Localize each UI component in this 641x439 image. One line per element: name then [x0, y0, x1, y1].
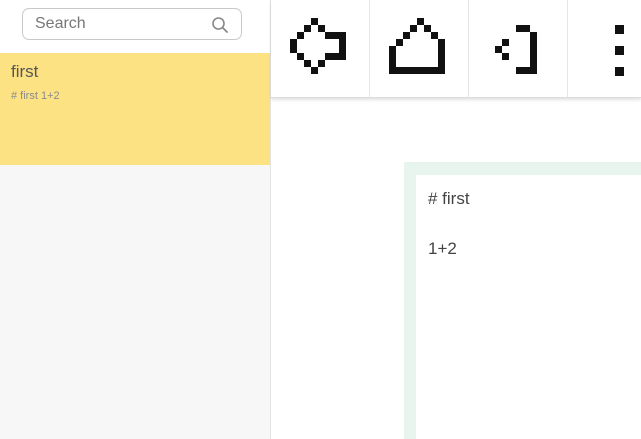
pixel-more-dots-icon: [615, 25, 624, 76]
home-button[interactable]: [370, 0, 469, 97]
back-button[interactable]: [469, 0, 568, 97]
search-input[interactable]: [35, 14, 205, 34]
editor-line-body[interactable]: 1+2: [428, 239, 457, 259]
search-bar: [0, 0, 270, 53]
forward-button[interactable]: [271, 0, 370, 97]
more-button[interactable]: [568, 0, 641, 97]
note-editor[interactable]: # first 1+2: [416, 175, 641, 439]
sidebar: first # first 1+2: [0, 0, 271, 439]
note-preview: # first 1+2: [11, 90, 60, 102]
editor-line-heading[interactable]: # first: [428, 189, 470, 209]
toolbar: [271, 0, 641, 98]
search-box[interactable]: [22, 8, 242, 40]
note-list-item[interactable]: first # first 1+2: [0, 53, 270, 165]
search-icon[interactable]: [211, 16, 229, 34]
pixel-left-bracket-icon: [495, 25, 537, 74]
pixel-house-icon: [389, 18, 445, 74]
pixel-right-arrow-icon: [290, 18, 346, 74]
note-title: first: [11, 62, 39, 81]
